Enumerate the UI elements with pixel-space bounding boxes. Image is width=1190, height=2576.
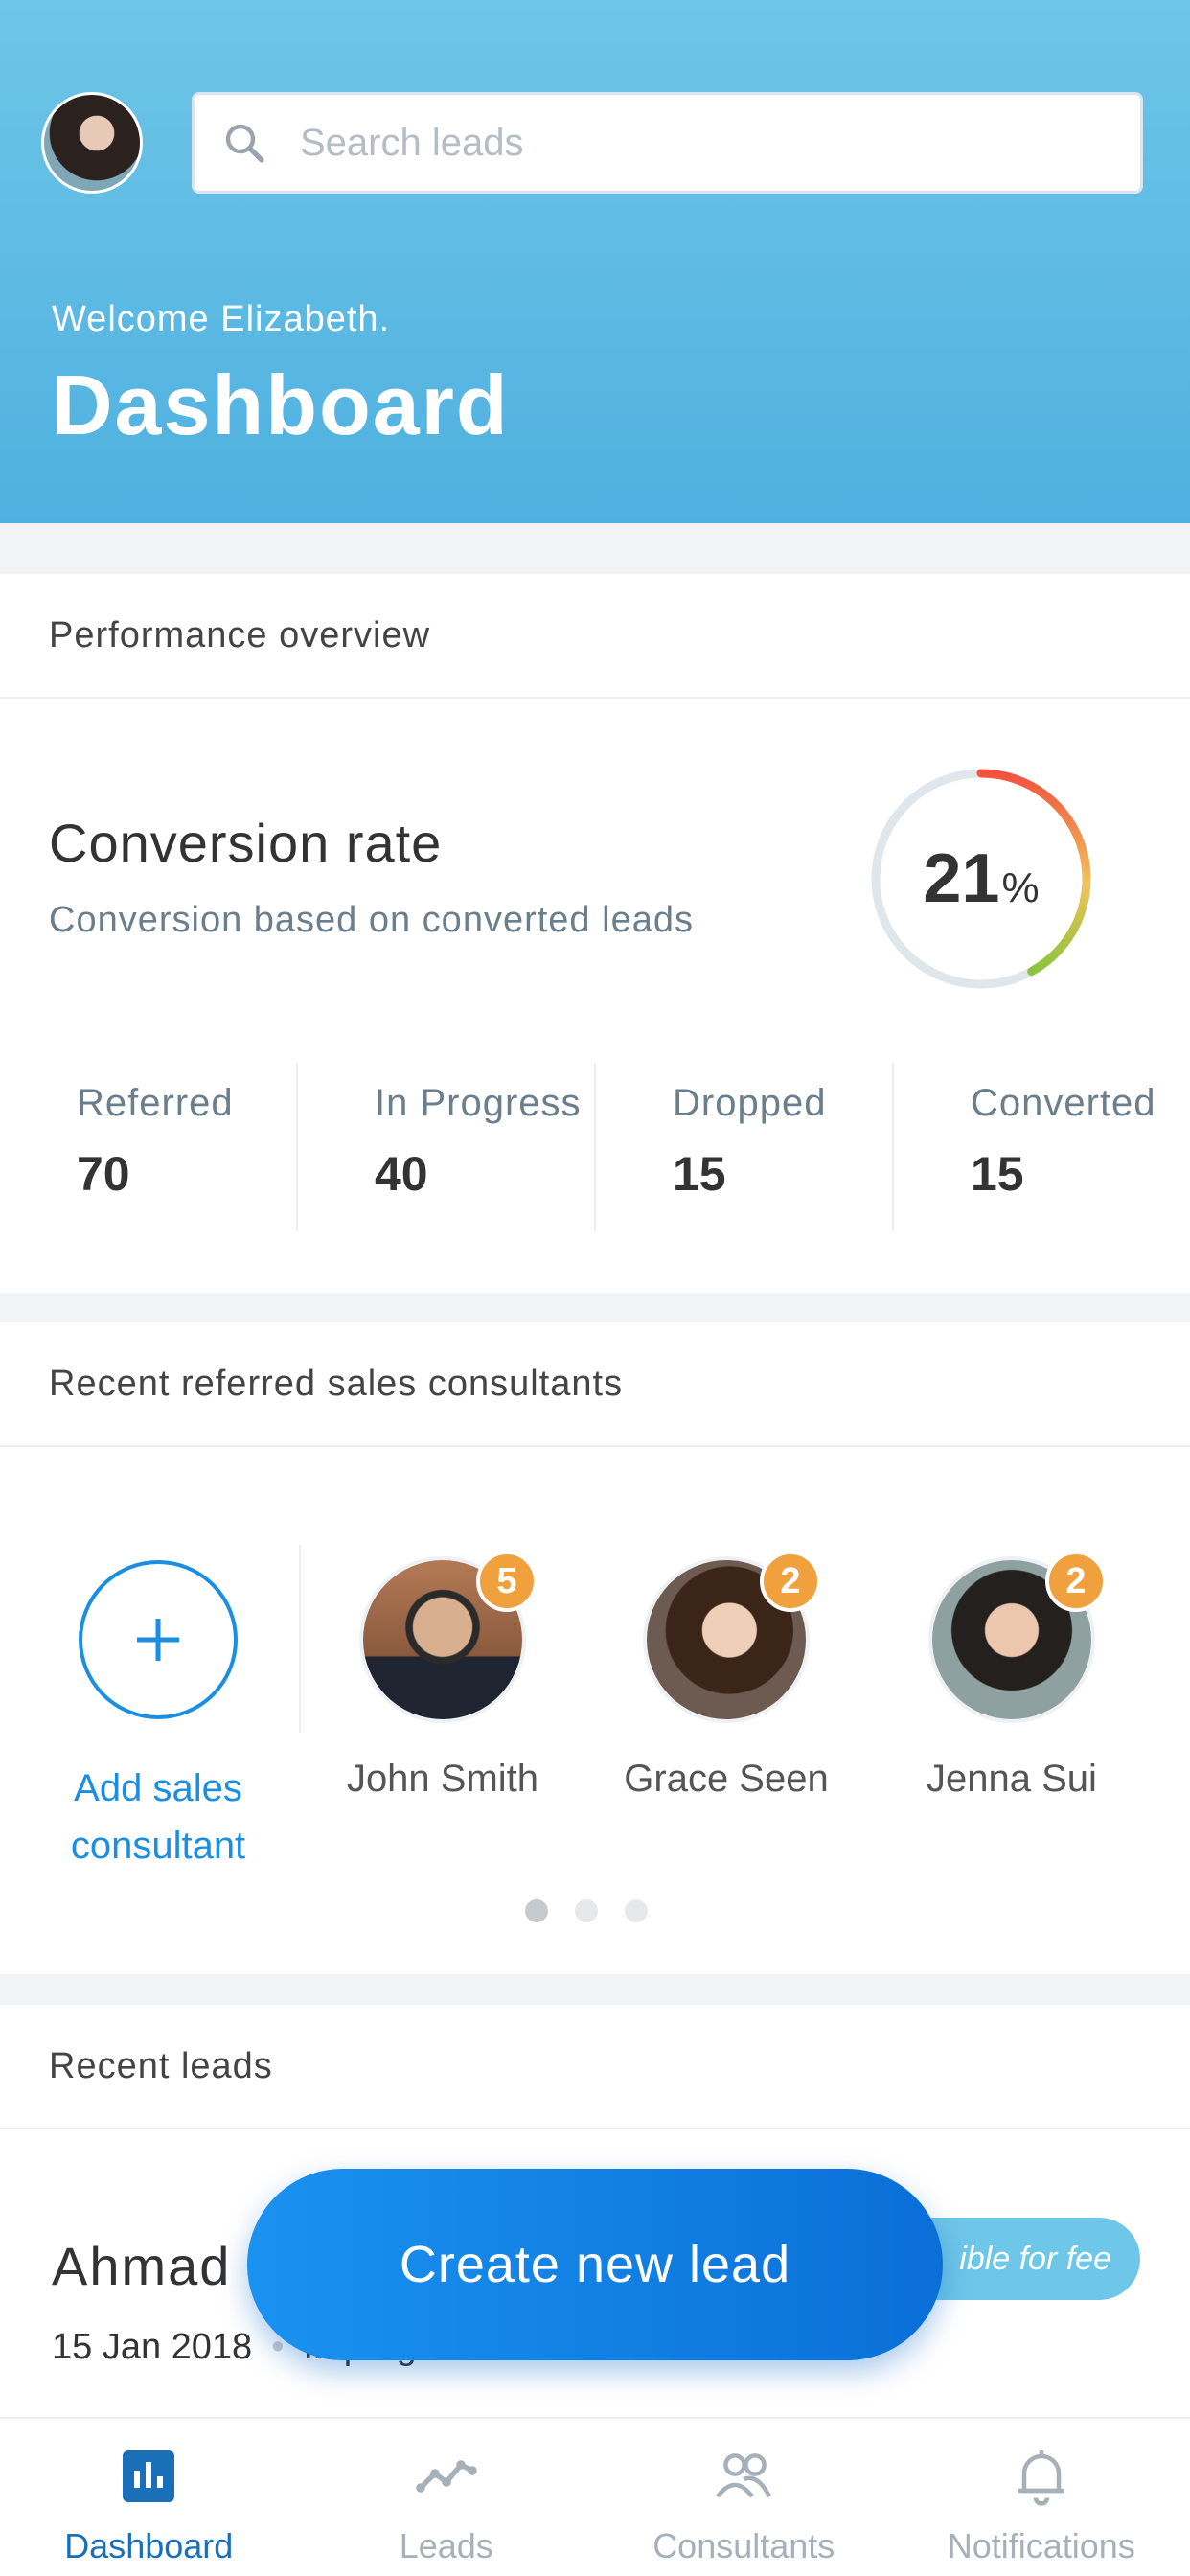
search-box[interactable] — [192, 92, 1143, 194]
performance-section: Performance overview Conversion rate Con… — [0, 574, 1190, 1293]
conversion-title: Conversion rate — [49, 813, 443, 873]
page-title: Dashboard — [52, 357, 510, 452]
consultant-grace-seen[interactable]: 2 Grace Seen — [611, 1551, 841, 1801]
nav-item-dashboard[interactable]: Dashboard — [0, 2419, 298, 2576]
conversion-number: 21 — [923, 840, 1000, 917]
stat-value: 15 — [971, 1147, 1024, 1201]
bell-icon — [1018, 2450, 1064, 2506]
nav-label: Notifications — [947, 2526, 1135, 2565]
consultant-john-smith[interactable]: 5 John Smith — [328, 1551, 558, 1801]
nav-label: Consultants — [652, 2526, 835, 2565]
lead-count-badge: 2 — [1045, 1551, 1107, 1612]
avatar: 2 — [643, 1551, 821, 1723]
stat-value: 40 — [375, 1147, 428, 1201]
consultant-jenna-sui[interactable]: 2 Jenna Sui — [897, 1551, 1127, 1801]
avatar: 5 — [359, 1551, 538, 1723]
stat-label: Referred — [77, 1082, 234, 1124]
performance-section-title: Performance overview — [0, 574, 1190, 699]
stat-value: 15 — [673, 1147, 726, 1201]
stat-converted[interactable]: Converted 15 — [894, 1063, 1190, 1231]
carousel-dot[interactable] — [575, 1899, 598, 1922]
lead-count-badge: 5 — [476, 1551, 538, 1612]
divider — [299, 1545, 301, 1733]
user-avatar[interactable] — [41, 92, 143, 194]
lead-date: 15 Jan 2018 — [52, 2327, 253, 2367]
plus-icon — [137, 1619, 179, 1661]
search-input[interactable] — [300, 121, 1086, 165]
consultants-icon — [716, 2453, 772, 2498]
avatar: 2 — [928, 1551, 1107, 1723]
carousel-dots — [525, 1899, 648, 1922]
recent-leads-section-title: Recent leads — [0, 2005, 1190, 2129]
nav-item-consultants[interactable]: Consultants — [595, 2419, 893, 2576]
lead-count-badge: 2 — [760, 1551, 821, 1612]
bottom-nav: Dashboard Leads Consultants Notification… — [0, 2417, 1190, 2576]
header: Welcome Elizabeth. Dashboard — [0, 0, 1190, 523]
conversion-unit: % — [1001, 864, 1040, 911]
carousel-dot[interactable] — [525, 1899, 548, 1922]
consultant-name: Grace Seen — [624, 1758, 829, 1800]
consultant-name: Jenna Sui — [927, 1758, 1097, 1800]
create-new-lead-button[interactable]: Create new lead — [247, 2169, 943, 2360]
consultant-name: John Smith — [346, 1758, 539, 1800]
conversion-subtitle: Conversion based on converted leads — [49, 900, 694, 940]
stat-label: In Progress — [375, 1082, 582, 1124]
stat-label: Converted — [971, 1082, 1156, 1124]
stat-referred[interactable]: Referred 70 — [0, 1063, 298, 1231]
stat-label: Dropped — [673, 1082, 827, 1124]
nav-item-leads[interactable]: Leads — [298, 2419, 596, 2576]
nav-item-notifications[interactable]: Notifications — [893, 2419, 1190, 2576]
lead-name[interactable]: Ahmad — [52, 2235, 231, 2297]
welcome-text: Welcome Elizabeth. — [52, 299, 391, 339]
add-consultant-label[interactable]: Add sales consultant — [38, 1760, 278, 1874]
stat-dropped[interactable]: Dropped 15 — [596, 1063, 894, 1231]
stat-value: 70 — [77, 1147, 130, 1201]
dashboard-icon — [123, 2450, 175, 2502]
add-consultant-button[interactable] — [79, 1560, 238, 1719]
nav-label: Leads — [399, 2526, 493, 2565]
leads-trend-icon — [415, 2460, 477, 2493]
stat-in-progress[interactable]: In Progress 40 — [298, 1063, 596, 1231]
conversion-value: 21% — [866, 764, 1096, 994]
consultants-section-title: Recent referred sales consultants — [0, 1322, 1190, 1447]
consultants-section: Recent referred sales consultants Add sa… — [0, 1322, 1190, 1974]
search-icon — [225, 124, 264, 163]
carousel-dot[interactable] — [625, 1899, 648, 1922]
nav-label: Dashboard — [64, 2526, 234, 2565]
stats-row: Referred 70 In Progress 40 Dropped 15 Co… — [0, 1063, 1190, 1231]
